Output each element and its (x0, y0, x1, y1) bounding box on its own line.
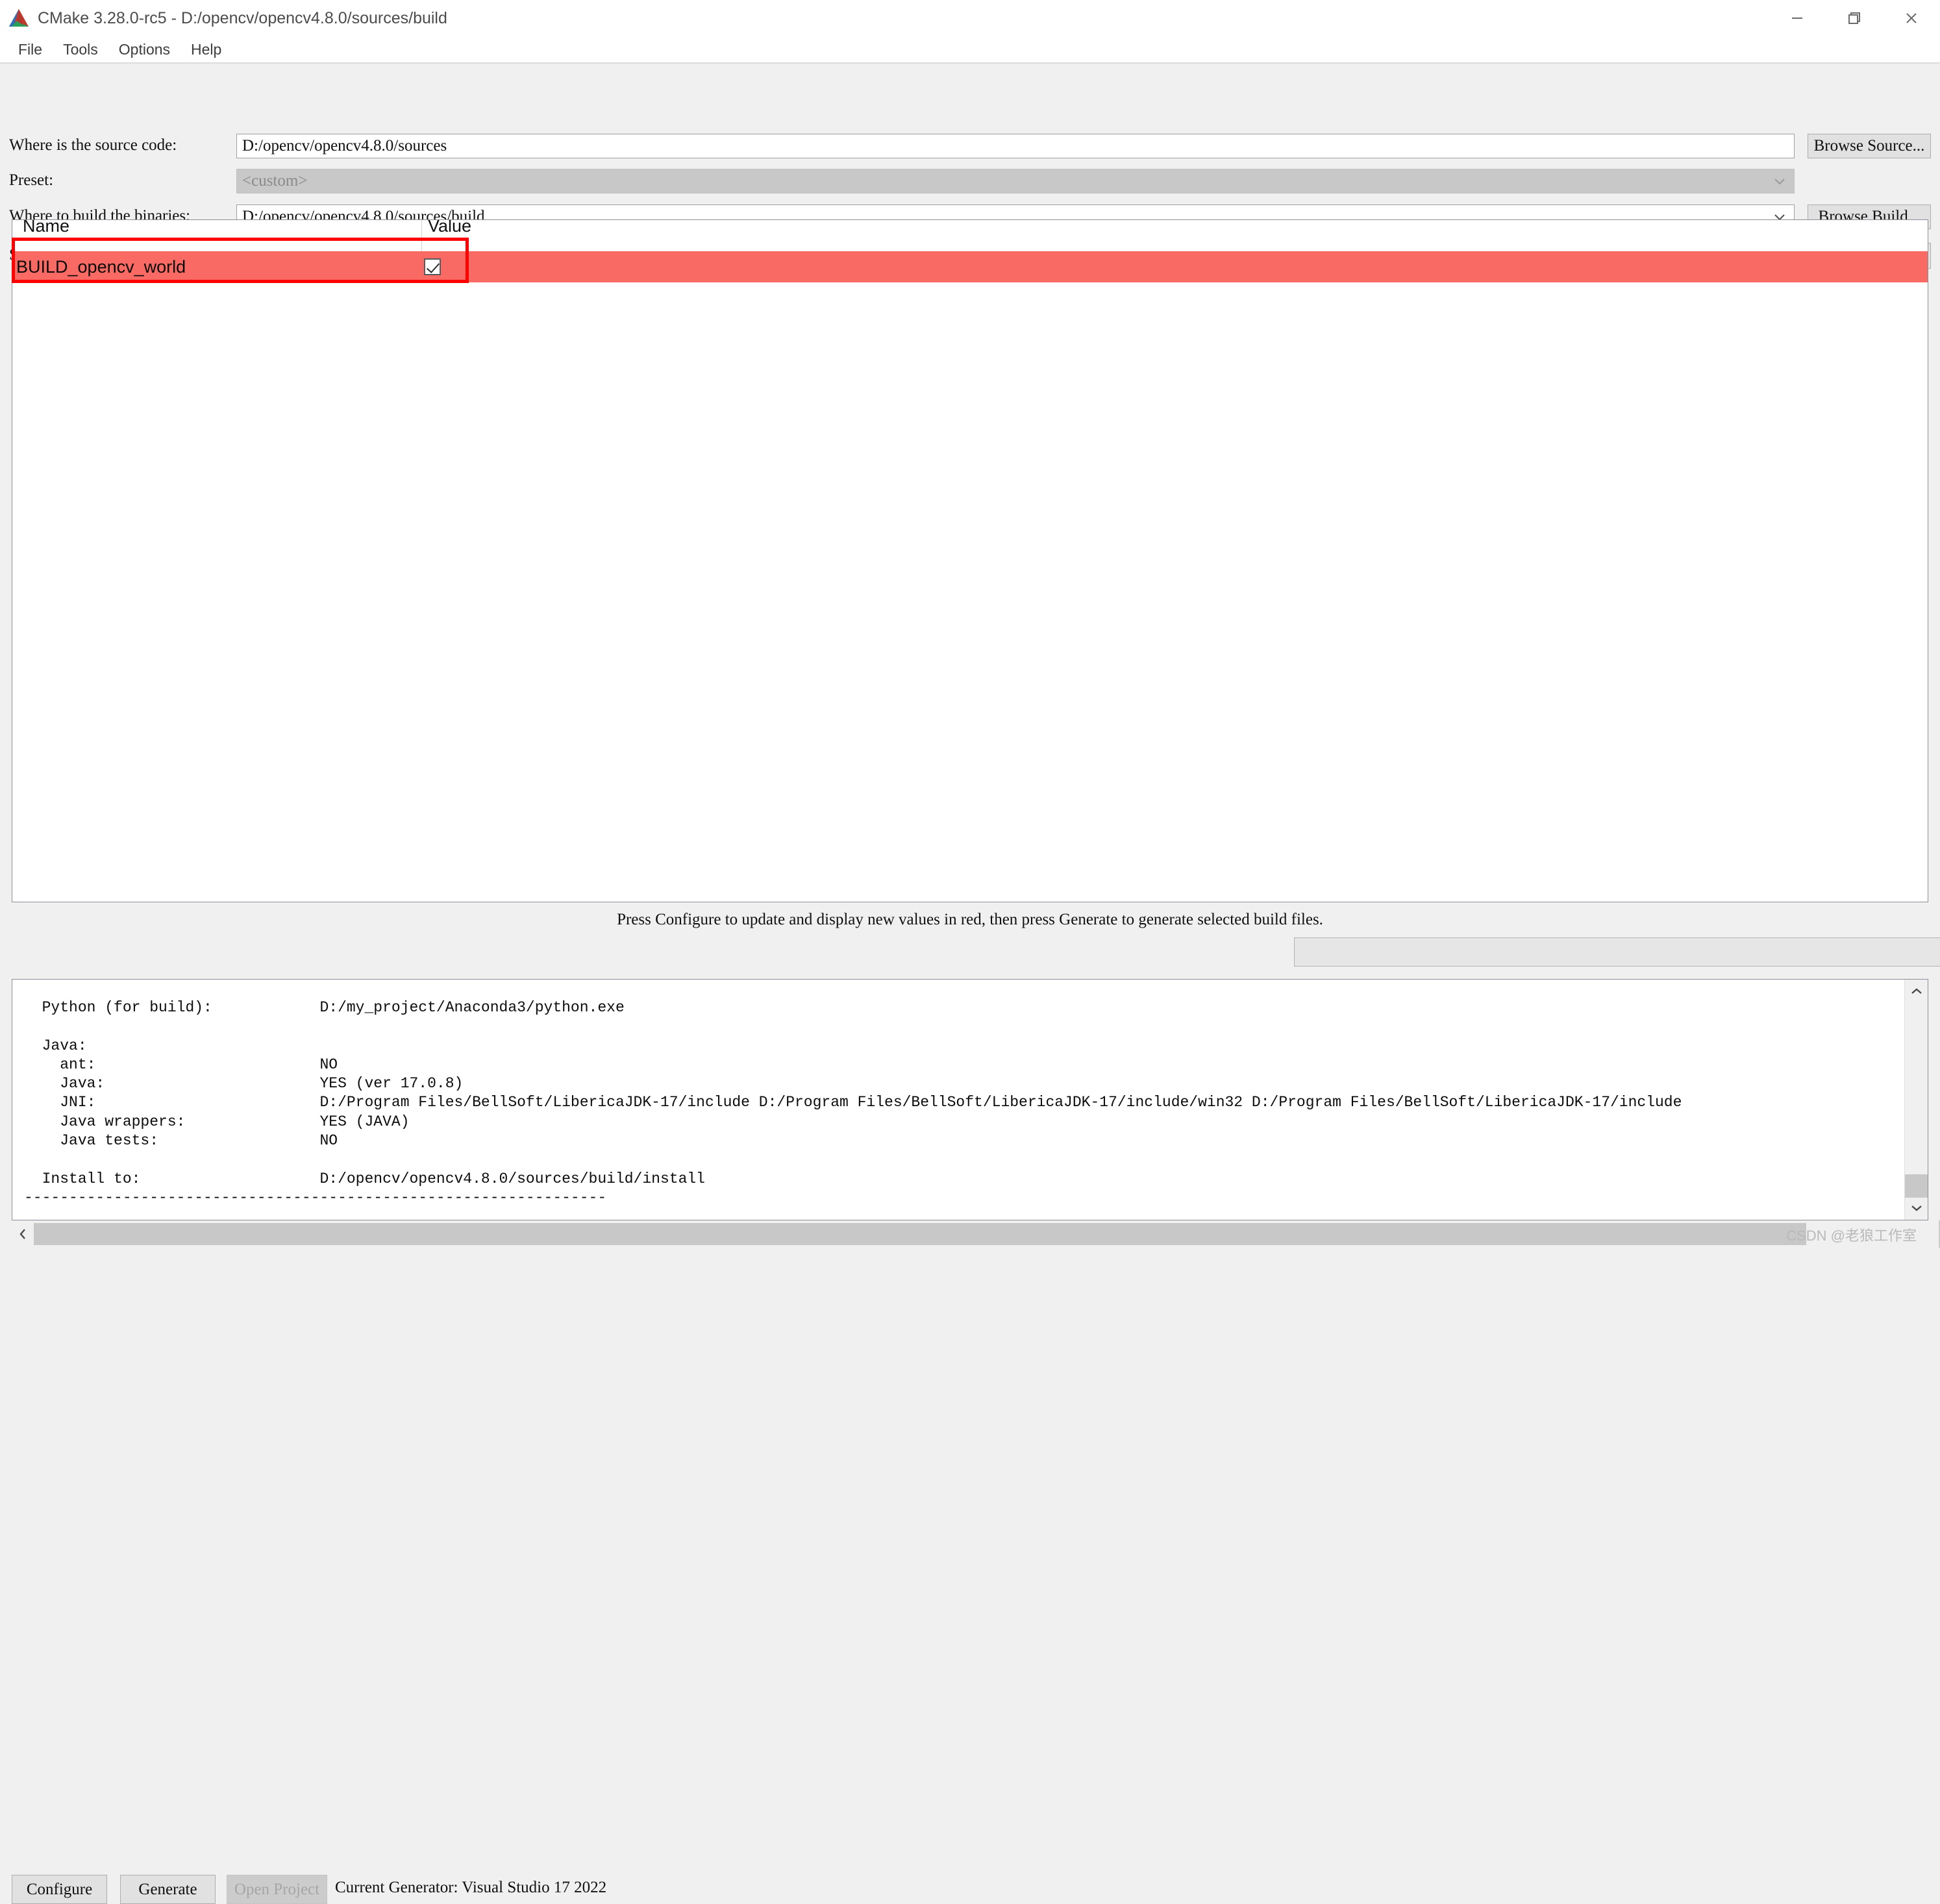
menu-item-help[interactable]: Help (180, 40, 232, 60)
cmake-logo-icon (8, 8, 30, 28)
current-generator-label: Current Generator: Visual Studio 17 2022 (335, 1879, 607, 1896)
log-vertical-scrollbar[interactable] (1904, 980, 1928, 1220)
horizontal-scrollbar-thumb[interactable] (34, 1223, 1806, 1245)
chevron-up-icon[interactable] (1905, 980, 1928, 1003)
cache-entry-value[interactable] (424, 258, 441, 275)
path-form-area: Where is the source code: D:/opencv/open… (0, 64, 1940, 269)
cache-entries-table[interactable]: Name Value BUILD_opencv_world (12, 219, 1928, 902)
title-bar: CMake 3.28.0-rc5 - D:/opencv/opencv4.8.0… (0, 0, 1940, 36)
cache-entry-checkbox[interactable] (424, 258, 441, 275)
open-project-button: Open Project (227, 1875, 327, 1904)
output-log-panel[interactable]: Python (for build): D:/my_project/Anacon… (12, 979, 1928, 1220)
maximize-restore-icon[interactable] (1826, 0, 1883, 36)
window-title: CMake 3.28.0-rc5 - D:/opencv/opencv4.8.0… (38, 8, 447, 27)
output-log-text: Python (for build): D:/my_project/Anacon… (24, 999, 1682, 1206)
cache-entry-name: BUILD_opencv_world (16, 256, 186, 277)
source-code-input[interactable]: D:/opencv/opencv4.8.0/sources (236, 134, 1795, 158)
generate-button[interactable]: Generate (120, 1875, 216, 1904)
table-header-row: Name Value (12, 220, 1928, 236)
menu-item-options[interactable]: Options (108, 40, 180, 60)
column-header-name[interactable]: Name (23, 220, 69, 236)
watermark-text: CSDN @老狼工作室 (1786, 1228, 1917, 1244)
close-icon[interactable] (1883, 0, 1940, 36)
preset-label: Preset: (9, 171, 54, 189)
menu-item-tools[interactable]: Tools (53, 40, 108, 60)
chevron-down-icon (1765, 169, 1794, 193)
table-row[interactable]: BUILD_opencv_world (12, 251, 1928, 282)
menu-item-file[interactable]: File (8, 40, 53, 60)
source-code-label: Where is the source code: (9, 136, 177, 154)
progress-bar (1294, 937, 1940, 967)
minimize-icon[interactable] (1769, 0, 1826, 36)
chevron-down-icon[interactable] (1905, 1196, 1928, 1220)
horizontal-scrollbar[interactable] (12, 1223, 1928, 1245)
configure-button[interactable]: Configure (12, 1875, 107, 1904)
chevron-left-icon[interactable] (12, 1223, 34, 1245)
browse-source-button[interactable]: Browse Source... (1808, 134, 1931, 158)
log-scrollbar-thumb[interactable] (1905, 1174, 1928, 1198)
preset-select-value: <custom> (242, 172, 308, 190)
preset-select[interactable]: <custom> (236, 169, 1795, 193)
source-code-input-value: D:/opencv/opencv4.8.0/sources (242, 137, 447, 155)
menu-bar: File Tools Options Help (0, 36, 1940, 62)
configure-hint-text: Press Configure to update and display ne… (617, 911, 1323, 928)
column-header-value[interactable]: Value (428, 220, 471, 236)
